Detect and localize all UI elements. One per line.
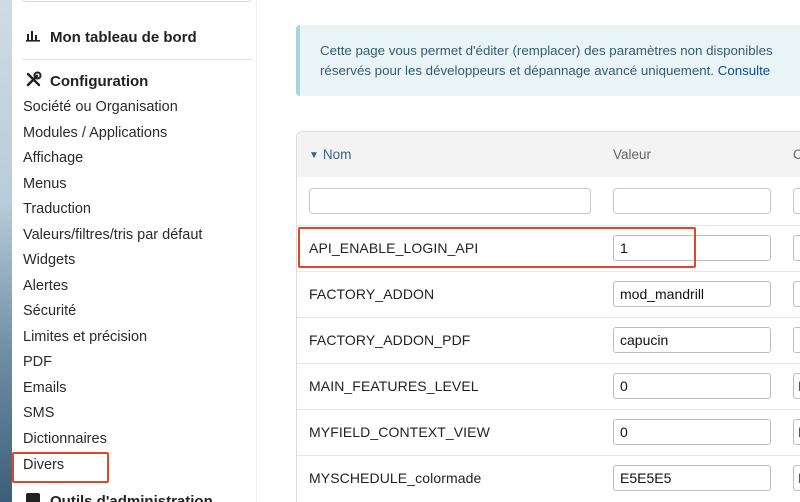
sidebar-item-valeurs-defaut[interactable]: Valeurs/filtres/tris par défaut <box>23 226 202 244</box>
highlight-box-divers <box>12 452 109 483</box>
table-row: MYSCHEDULE_colormade E5E5E5 I <box>297 455 800 501</box>
table-row: MYFIELD_CONTEXT_VIEW 0 I <box>297 409 800 455</box>
tools-icon <box>23 71 43 92</box>
sort-caret-icon: ▼ <box>309 150 319 161</box>
param-value-input[interactable]: 0 <box>613 419 771 445</box>
sidebar-item-alertes[interactable]: Alertes <box>23 277 68 295</box>
sidebar-item-widgets[interactable]: Widgets <box>23 251 75 269</box>
param-value-input[interactable]: E5E5E5 <box>613 465 771 491</box>
info-link[interactable]: Consulte <box>718 63 770 78</box>
filter-value-input[interactable] <box>613 188 771 214</box>
param-value-input[interactable]: capucin <box>613 327 771 353</box>
sidebar-item-dashboard[interactable]: Mon tableau de bord <box>23 28 197 46</box>
param-third-input[interactable]: I <box>793 465 800 491</box>
sidebar-section-configuration[interactable]: Configuration <box>23 71 148 92</box>
param-third-input[interactable] <box>793 327 800 353</box>
sidebar-item-traduction[interactable]: Traduction <box>23 200 91 218</box>
sidebar-item-dictionnaires[interactable]: Dictionnaires <box>23 430 107 448</box>
sidebar: Mon tableau de bord Configuration Sociét… <box>12 0 256 502</box>
info-box: Cette page vous permet d'éditer (remplac… <box>296 25 800 96</box>
sidebar-item-modules[interactable]: Modules / Applications <box>23 124 167 142</box>
param-name: FACTORY_ADDON <box>309 286 435 302</box>
admin-tools-icon <box>23 492 43 502</box>
info-line-1: Cette page vous permet d'éditer (remplac… <box>320 43 773 58</box>
table-row: MAIN_FEATURES_LEVEL 0 I <box>297 363 800 409</box>
param-third-input[interactable]: I <box>793 419 800 445</box>
background-photo-strip <box>0 0 12 502</box>
sidebar-main-divider <box>256 0 257 502</box>
sidebar-item-limites[interactable]: Limites et précision <box>23 328 147 346</box>
param-name: MAIN_FEATURES_LEVEL <box>309 378 479 394</box>
params-table: ▼Nom Valeur C API_ENABLE_LOGIN_API 1 FAC… <box>296 131 800 502</box>
sidebar-section-label: Configuration <box>50 73 149 90</box>
sidebar-item-societe[interactable]: Société ou Organisation <box>23 98 178 116</box>
sidebar-section-admin-tools[interactable]: Outils d'administration <box>23 492 213 502</box>
sidebar-item-securite[interactable]: Sécurité <box>23 302 76 320</box>
column-header-nom[interactable]: ▼ Nom <box>309 147 351 162</box>
param-name: MYFIELD_CONTEXT_VIEW <box>309 424 490 440</box>
sidebar-item-pdf[interactable]: PDF <box>23 353 52 371</box>
sidebar-item-affichage[interactable]: Affichage <box>23 149 83 167</box>
param-third-input[interactable] <box>793 281 800 307</box>
param-third-input[interactable]: I <box>793 373 800 399</box>
info-text: Cette page vous permet d'éditer (remplac… <box>320 41 773 81</box>
sidebar-item-menus[interactable]: Menus <box>23 175 67 193</box>
column-header-label: Nom <box>322 147 352 162</box>
filter-third-input[interactable] <box>793 188 800 214</box>
table-row: FACTORY_ADDON_PDF capucin <box>297 317 800 363</box>
column-header-third[interactable]: C <box>793 147 800 162</box>
table-row: FACTORY_ADDON mod_mandrill <box>297 271 800 317</box>
table-header: ▼Nom Valeur C <box>297 132 800 177</box>
param-third-input[interactable] <box>793 235 800 261</box>
param-value-input[interactable]: mod_mandrill <box>613 281 771 307</box>
param-name: FACTORY_ADDON_PDF <box>309 332 471 348</box>
bar-chart-icon <box>23 28 43 46</box>
sidebar-item-sms[interactable]: SMS <box>23 404 54 422</box>
param-value-input[interactable]: 0 <box>613 373 771 399</box>
sidebar-search-box[interactable] <box>22 0 252 2</box>
highlight-box-api-row <box>298 227 696 268</box>
sidebar-section-label: Outils d'administration <box>50 492 213 502</box>
column-header-valeur[interactable]: Valeur <box>613 147 651 162</box>
info-line-2: réservés pour les développeurs et dépann… <box>320 61 773 81</box>
sidebar-item-label: Mon tableau de bord <box>50 28 197 46</box>
sidebar-divider <box>22 59 252 60</box>
sidebar-item-emails[interactable]: Emails <box>23 379 67 397</box>
info-line-2-text: réservés pour les développeurs et dépann… <box>320 63 715 78</box>
filter-name-input[interactable] <box>309 188 591 214</box>
param-name: MYSCHEDULE_colormade <box>309 470 482 486</box>
